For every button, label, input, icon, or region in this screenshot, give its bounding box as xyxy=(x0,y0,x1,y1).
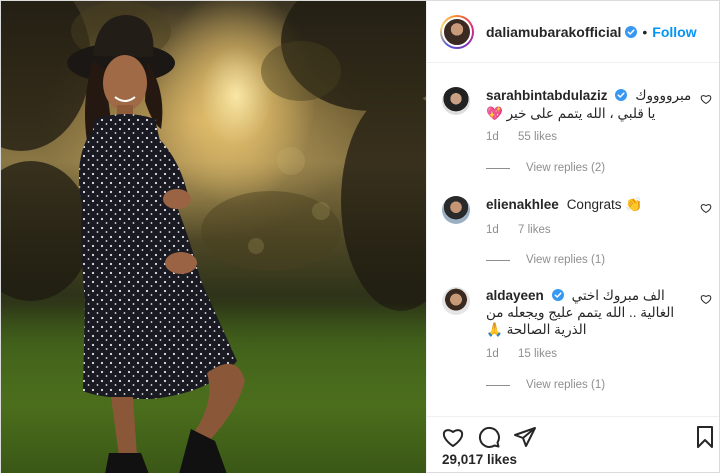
view-replies-button[interactable]: View replies (1) xyxy=(486,379,605,391)
emoji-clap-icon: 👏 xyxy=(625,196,643,212)
replies-divider-line xyxy=(486,384,510,386)
comment-likes[interactable]: 7 likes xyxy=(518,224,551,236)
follow-button[interactable]: Follow xyxy=(652,24,696,40)
view-replies-label[interactable]: View replies (1) xyxy=(526,254,605,266)
author-avatar[interactable] xyxy=(440,14,474,49)
view-replies-button[interactable]: View replies (2) xyxy=(486,162,605,174)
woman-figure xyxy=(67,15,245,473)
comments-list: sarahbintabdulaziz مبرووووك 💖 يا قلبي ، … xyxy=(427,63,719,416)
comment-text-line2: الغالية .. الله يتمم عليج ويجعله من xyxy=(486,305,675,320)
post-actions-bar xyxy=(427,416,719,452)
replies-divider-line xyxy=(486,259,510,261)
author-username[interactable]: daliamubarakofficial xyxy=(486,24,621,40)
avatar-image xyxy=(442,16,472,47)
post-header: daliamubarakofficial • Follow xyxy=(427,1,719,63)
comment-time: 1d xyxy=(486,348,499,360)
comment-text-line2: يا قلبي ، الله يتمم على خير xyxy=(506,106,656,121)
replies-divider-line xyxy=(486,167,510,169)
comment-like-heart-icon[interactable] xyxy=(700,202,712,214)
verified-badge-icon xyxy=(625,25,638,38)
heart-icon[interactable] xyxy=(441,425,465,449)
view-replies-button[interactable]: View replies (1) xyxy=(486,254,605,266)
comment-text-line2-row: 💖 يا قلبي ، الله يتمم على خير xyxy=(486,105,701,122)
paper-plane-icon[interactable] xyxy=(513,425,537,449)
bookmark-icon[interactable] xyxy=(693,425,717,449)
instagram-post: daliamubarakofficial • Follow sarahbinta… xyxy=(0,0,720,473)
comment-body: sarahbintabdulaziz مبرووووك 💖 يا قلبي ، … xyxy=(486,87,701,122)
emoji-heart-icon: 💖 xyxy=(486,106,503,121)
comment-time: 1d xyxy=(486,131,499,143)
post-side-panel: daliamubarakofficial • Follow sarahbinta… xyxy=(426,1,719,473)
comment-likes[interactable]: 15 likes xyxy=(518,348,557,360)
comment-text-line1: الف مبروك اختي xyxy=(571,288,665,303)
post-likes-count[interactable]: 29,017 likes xyxy=(442,452,517,467)
comment-meta: 1d 15 likes xyxy=(486,348,557,360)
comment-text: Congrats xyxy=(566,197,622,212)
comment-bubble-icon[interactable] xyxy=(477,425,501,449)
emoji-pray-icon: 🙏 xyxy=(486,322,503,337)
comment-text-line1: مبرووووك xyxy=(635,88,692,103)
comment-likes[interactable]: 55 likes xyxy=(518,131,557,143)
comment-like-heart-icon[interactable] xyxy=(700,293,712,305)
comment-time: 1d xyxy=(486,224,499,236)
commenter-username[interactable]: sarahbintabdulaziz xyxy=(486,88,608,103)
view-replies-label[interactable]: View replies (1) xyxy=(526,379,605,391)
header-separator: • xyxy=(642,23,648,40)
comment-meta: 1d 55 likes xyxy=(486,131,557,143)
comment-text-line3: الذرية الصالحة xyxy=(506,322,587,337)
commenter-username[interactable]: elienakhlee xyxy=(486,197,559,212)
commenter-avatar[interactable] xyxy=(442,196,470,224)
comment-text-line3-row: 🙏 الذرية الصالحة xyxy=(486,321,701,338)
commenter-avatar[interactable] xyxy=(442,87,470,115)
view-replies-label[interactable]: View replies (2) xyxy=(526,162,605,174)
commenter-username[interactable]: aldayeen xyxy=(486,288,544,303)
comment-body: aldayeen الف مبروك اختي الغالية .. الله … xyxy=(486,287,701,338)
verified-badge-icon xyxy=(551,289,564,301)
post-photo[interactable] xyxy=(1,1,426,473)
comment-meta: 1d 7 likes xyxy=(486,224,551,236)
verified-badge-icon xyxy=(615,89,628,101)
comment-like-heart-icon[interactable] xyxy=(700,93,712,105)
commenter-avatar[interactable] xyxy=(442,287,470,315)
comment-body: elienakhlee Congrats 👏 xyxy=(486,196,701,213)
